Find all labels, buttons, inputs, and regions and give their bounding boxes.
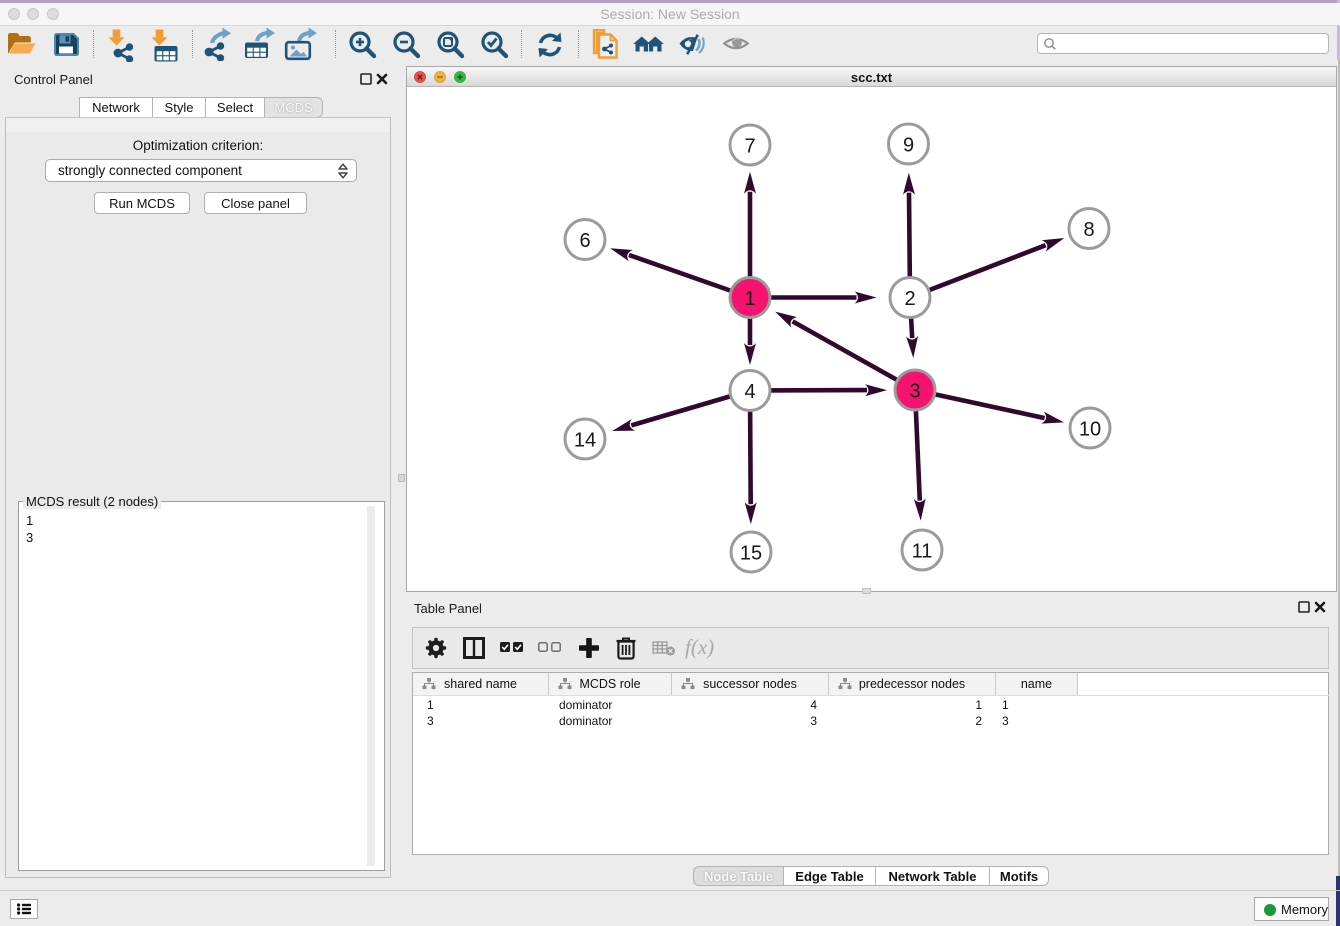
svg-text:1: 1 bbox=[744, 288, 755, 310]
svg-text:3: 3 bbox=[909, 381, 920, 403]
svg-text:15: 15 bbox=[740, 543, 762, 565]
svg-text:2: 2 bbox=[904, 288, 915, 310]
svg-text:10: 10 bbox=[1079, 419, 1101, 441]
svg-text:4: 4 bbox=[744, 381, 755, 403]
svg-text:6: 6 bbox=[579, 230, 590, 252]
svg-text:14: 14 bbox=[574, 430, 596, 452]
svg-text:7: 7 bbox=[744, 136, 755, 158]
svg-text:f(x): f(x) bbox=[685, 636, 714, 659]
svg-text:11: 11 bbox=[912, 541, 933, 563]
svg-text:8: 8 bbox=[1083, 219, 1094, 241]
svg-text:9: 9 bbox=[903, 135, 914, 157]
